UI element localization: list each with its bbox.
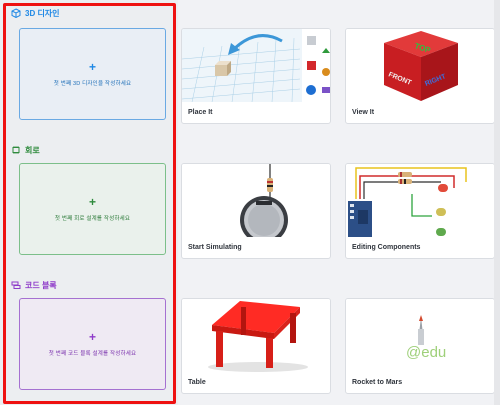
tile-thumbnail	[182, 29, 330, 102]
tutorial-tile-view-it[interactable]: TOP FRONT RIGHT View It	[345, 28, 495, 124]
section-title: 회로	[25, 145, 40, 155]
plus-icon: +	[88, 195, 96, 209]
tile-label: Place It	[188, 109, 213, 116]
tile-thumbnail	[182, 299, 330, 372]
section-header-3d-design: 3D 디자인	[11, 6, 60, 20]
tile-label: Rocket to Mars	[352, 379, 403, 386]
tutorial-tile-rocket-to-mars[interactable]: @edu Rocket to Mars	[345, 298, 495, 394]
tile-label: Start Simulating	[188, 244, 242, 251]
tile-thumbnail	[346, 164, 494, 237]
vertical-scrollbar[interactable]	[494, 0, 500, 405]
code-blocks-icon	[11, 281, 21, 289]
plus-icon: +	[88, 330, 96, 344]
tutorial-tile-table[interactable]: Table	[181, 298, 331, 394]
tile-thumbnail: @edu	[346, 299, 494, 372]
tutorial-tile-place-it[interactable]: Place It	[181, 28, 331, 124]
tile-thumbnail: TOP FRONT RIGHT	[346, 29, 494, 102]
create-panel: 3D 디자인 + 첫 번째 3D 디자인을 작성하세요 회로 + 첫 번째 회로…	[0, 0, 178, 405]
edu-logo-text: @edu	[406, 344, 446, 361]
create-3d-design-button[interactable]: + 첫 번째 3D 디자인을 작성하세요	[19, 28, 166, 120]
tutorial-tile-start-simulating[interactable]: Start Simulating	[181, 163, 331, 259]
tutorial-tile-editing-components[interactable]: Editing Components	[345, 163, 495, 259]
section-header-circuits: 회로	[11, 143, 40, 157]
cube-icon	[11, 8, 21, 18]
section-title: 코드 블록	[25, 280, 57, 290]
create-text: 첫 번째 코드 블록 설계를 작성하세요	[48, 351, 137, 357]
create-circuit-button[interactable]: + 첫 번째 회로 설계를 작성하세요	[19, 163, 166, 255]
section-title: 3D 디자인	[25, 8, 60, 18]
circuit-chip-icon	[12, 146, 20, 154]
create-codeblock-button[interactable]: + 첫 번째 코드 블록 설계를 작성하세요	[19, 298, 166, 390]
create-text: 첫 번째 3D 디자인을 작성하세요	[53, 81, 132, 87]
tile-thumbnail	[182, 164, 330, 237]
tile-label: Table	[188, 379, 206, 386]
section-header-codeblocks: 코드 블록	[11, 278, 57, 292]
tile-label: View It	[352, 109, 375, 116]
plus-icon: +	[88, 60, 96, 74]
create-text: 첫 번째 회로 설계를 작성하세요	[54, 216, 131, 222]
tile-label: Editing Components	[352, 244, 421, 251]
